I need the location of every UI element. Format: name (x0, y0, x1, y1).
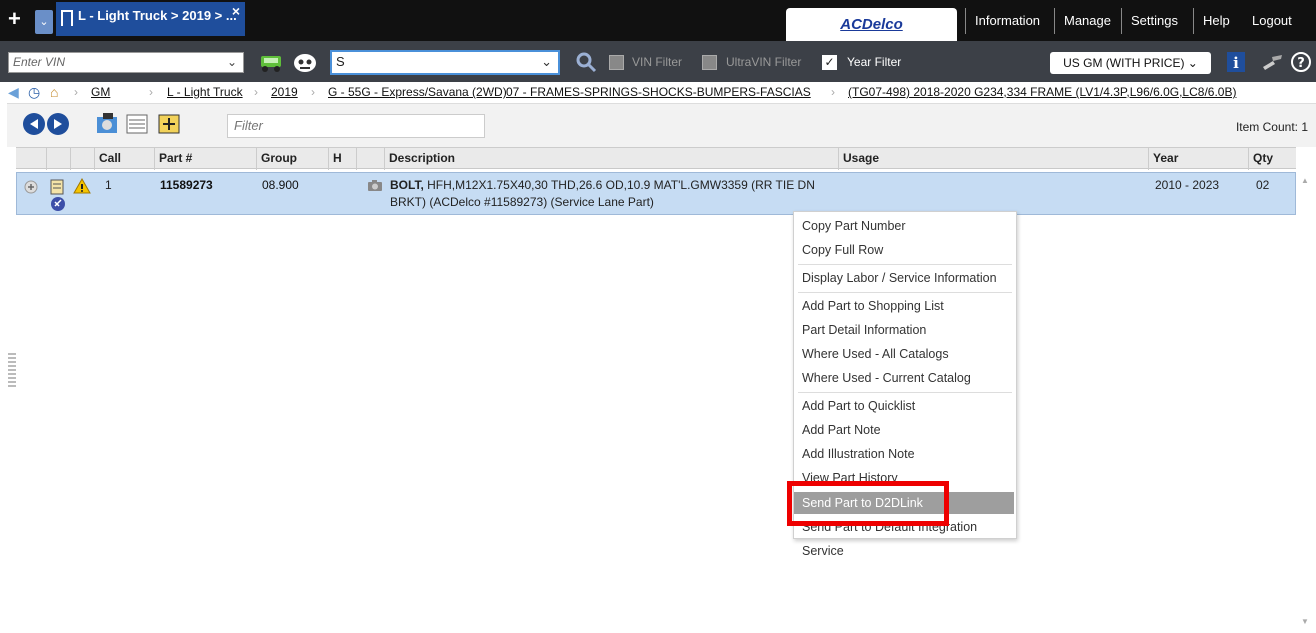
price-catalog-select[interactable]: US GM (WITH PRICE) ⌄ (1050, 52, 1211, 74)
back-forward-icon[interactable] (21, 111, 73, 137)
info-icon[interactable]: i (1224, 51, 1250, 73)
grid-toolbar: Filter Item Count: 1 (7, 103, 1316, 147)
col-usage[interactable]: Usage (838, 148, 1148, 170)
col-group[interactable]: Group (256, 148, 328, 170)
search-icon[interactable] (574, 51, 600, 73)
ultravin-filter-label: UltraVIN Filter (726, 55, 802, 69)
col-part[interactable]: Part # (154, 148, 256, 170)
vin-filter-checkbox[interactable] (609, 55, 624, 70)
svg-text:?: ? (1297, 56, 1305, 71)
history-clock-icon[interactable]: ◷ (28, 84, 40, 101)
col-h[interactable]: H (328, 148, 356, 170)
tab-title: L - Light Truck > 2019 > ... (78, 8, 237, 23)
breadcrumb-model[interactable]: G - 55G - Express/Savana (2WD) (328, 85, 507, 99)
filter-input[interactable]: Filter (227, 114, 485, 138)
nav-manage[interactable]: Manage (1054, 8, 1120, 34)
breadcrumb-light-truck[interactable]: L - Light Truck (167, 85, 243, 99)
search-input[interactable]: S ⌄ (330, 50, 560, 75)
vehicle-icon[interactable] (258, 51, 284, 73)
acdelco-logo: ACDelco (786, 8, 957, 41)
nav-logout[interactable]: Logout (1243, 8, 1301, 34)
col-description[interactable]: Description (384, 148, 838, 170)
illustration-view-icon[interactable] (95, 111, 119, 137)
nav-settings[interactable]: Settings (1121, 8, 1187, 34)
col-qty[interactable]: Qty (1248, 148, 1296, 170)
svg-text:i: i (1233, 54, 1239, 72)
menu-add-to-quicklist[interactable]: Add Part to Quicklist (794, 394, 1016, 418)
group-link[interactable]: 08.900 (262, 178, 299, 192)
row-part-link[interactable]: 11589273 (160, 178, 213, 192)
menu-add-to-shopping-list[interactable]: Add Part to Shopping List (794, 294, 1016, 318)
scroll-down-icon[interactable]: ▼ (1301, 617, 1309, 626)
chevron-down-icon[interactable]: ⌄ (227, 55, 237, 69)
row-group-link[interactable]: 08.900 (262, 178, 299, 192)
add-to-list-icon[interactable] (157, 111, 181, 137)
help-icon[interactable]: ? (1289, 51, 1315, 73)
chevron-down-icon[interactable]: ⌄ (541, 54, 552, 70)
year-filter-label: Year Filter (847, 55, 902, 69)
col-year[interactable]: Year (1148, 148, 1248, 170)
part-number-link[interactable]: 11589273 (160, 178, 213, 192)
active-catalog-tab[interactable]: L - Light Truck > 2019 > ... × (56, 2, 245, 36)
vertical-scrollbar[interactable]: ▲ ▼ (1297, 170, 1316, 633)
nav-information[interactable]: Information (965, 8, 1049, 34)
ultravin-filter-checkbox[interactable] (702, 55, 717, 70)
camera-icon[interactable] (367, 179, 383, 192)
close-tab-icon[interactable]: × (232, 3, 240, 19)
warning-icon[interactable] (73, 178, 91, 194)
menu-where-used-all[interactable]: Where Used - All Catalogs (794, 342, 1016, 366)
service-link-icon[interactable] (50, 196, 66, 212)
vin-input[interactable]: Enter VIN ⌄ (8, 52, 244, 73)
breadcrumb: ◀ ◷ ⌂ › GM › L - Light Truck › 2019 › G … (0, 82, 1316, 102)
list-view-icon[interactable] (125, 111, 149, 137)
bookmark-icon[interactable] (61, 10, 73, 26)
breadcrumb-group[interactable]: 07 - FRAMES-SPRINGS-SHOCKS-BUMPERS-FASCI… (506, 85, 811, 99)
new-tab-plus-icon[interactable]: + (8, 8, 21, 30)
item-count: Item Count: 1 (1235, 120, 1308, 134)
table-row[interactable]: 1 11589273 08.900 BOLT, HFH,M12X1.75X40,… (16, 172, 1296, 215)
menu-part-detail[interactable]: Part Detail Information (794, 318, 1016, 342)
year-filter-checkbox[interactable]: ✓ (822, 55, 837, 70)
menu-copy-full-row[interactable]: Copy Full Row (794, 238, 1016, 262)
menu-add-part-note[interactable]: Add Part Note (794, 418, 1016, 442)
scroll-up-icon[interactable]: ▲ (1301, 176, 1309, 185)
row-call: 1 (105, 178, 112, 192)
col-call[interactable]: Call (94, 148, 154, 170)
expand-row-icon[interactable] (24, 180, 38, 194)
home-icon[interactable]: ⌂ (50, 84, 58, 100)
back-arrow-icon[interactable]: ◀ (8, 84, 19, 101)
splitter-grip[interactable] (8, 353, 16, 389)
nav-help[interactable]: Help (1193, 8, 1239, 34)
menu-copy-part-number[interactable]: Copy Part Number (794, 214, 1016, 238)
highlight-annotation-box (787, 481, 949, 526)
menu-add-illustration-note[interactable]: Add Illustration Note (794, 442, 1016, 466)
row-qty: 02 (1256, 178, 1270, 192)
breadcrumb-illustration[interactable]: (TG07-498) 2018-2020 G234,334 FRAME (LV1… (848, 85, 1236, 99)
menu-where-used-current[interactable]: Where Used - Current Catalog (794, 366, 1016, 390)
breadcrumb-year[interactable]: 2019 (271, 85, 298, 99)
vin-filter-label: VIN Filter (632, 55, 683, 69)
table-header: Call Part # Group H Description Usage Ye… (16, 147, 1296, 170)
menu-display-labor[interactable]: Display Labor / Service Information (794, 266, 1016, 290)
tab-dropdown-chevron-icon[interactable]: ⌄ (35, 10, 53, 34)
gauge-icon[interactable] (292, 51, 318, 73)
search-toolbar: Enter VIN ⌄ S ⌄ VIN Filter UltraVIN Filt… (0, 41, 1316, 82)
tools-icon[interactable] (1260, 51, 1286, 73)
breadcrumb-gm[interactable]: GM (91, 85, 110, 99)
row-description: BOLT, HFH,M12X1.75X40,30 THD,26.6 OD,10.… (390, 178, 815, 209)
top-bar: + ⌄ L - Light Truck > 2019 > ... × ACDel… (0, 0, 1316, 41)
notes-icon[interactable] (49, 178, 65, 196)
row-year: 2010 - 2023 (1155, 178, 1220, 192)
